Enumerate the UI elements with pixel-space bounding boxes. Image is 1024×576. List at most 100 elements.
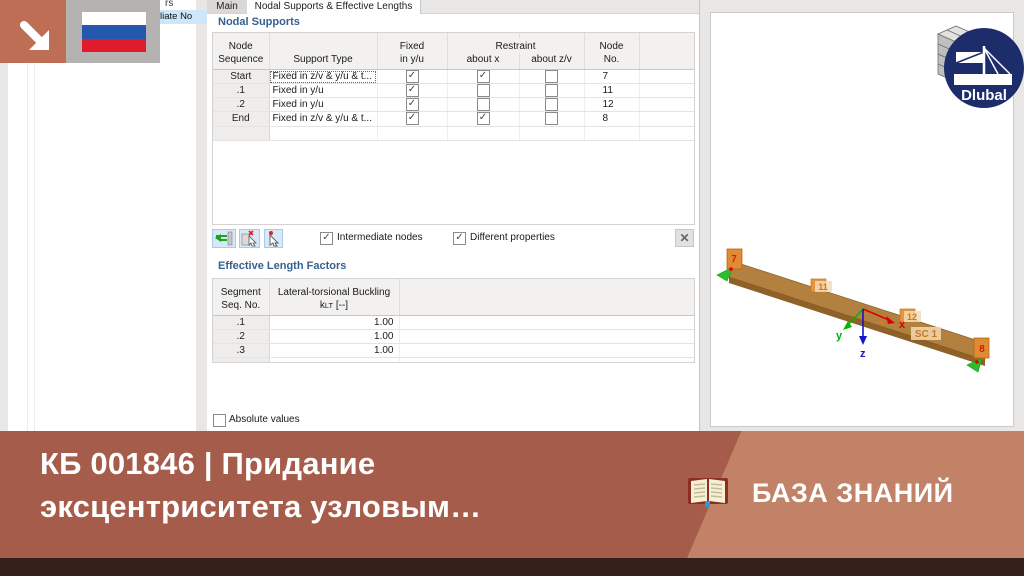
dlubal-bridge-icon: Dlubal [954, 46, 1012, 104]
checkbox[interactable] [545, 84, 558, 97]
table-row-start: Start Fixed in z/v & y/u & t... ✓ ✓ 7 [213, 69, 694, 85]
about-x-cell[interactable]: ✓ [447, 69, 520, 85]
left-subpanel [8, 0, 196, 431]
node-sequence-cell: .1 [213, 83, 270, 99]
col-node: Node [213, 38, 270, 53]
absolute-values-checkbox[interactable] [213, 414, 226, 427]
fixed-yu-cell[interactable]: ✓ [377, 83, 448, 99]
checkbox[interactable] [476, 84, 490, 97]
arrow-down-right-icon [20, 21, 49, 50]
col-fixed: Fixed [377, 38, 448, 53]
fixed-yu-cell[interactable]: ✓ [377, 97, 448, 113]
support-type-cell[interactable]: Fixed in z/v & y/u & t... [269, 69, 378, 85]
table-header-row: Segment Lateral-torsional Buckling [213, 284, 694, 299]
fixed-yu-cell[interactable]: ✓ [377, 69, 448, 85]
nodal-supports-section-title: Nodal Supports [218, 16, 300, 28]
about-x-cell[interactable] [447, 83, 520, 99]
effective-lengths-table: Segment Lateral-torsional Buckling Seq. … [212, 278, 695, 363]
axis-y-label: y [836, 330, 843, 342]
klt-value-cell[interactable]: 1.00 [269, 315, 400, 330]
node-sequence-cell: End [213, 111, 270, 127]
pick-nodes-button[interactable] [264, 229, 283, 248]
klt-value-cell[interactable]: 1.00 [269, 329, 400, 344]
panel-divider [27, 0, 28, 431]
different-properties-checkbox[interactable]: ✓ [453, 232, 466, 245]
checkbox[interactable] [476, 98, 490, 111]
support-type-cell[interactable]: Fixed in y/u [269, 83, 378, 99]
russian-flag-icon [82, 12, 146, 52]
col-restraint: Restraint [447, 38, 585, 53]
support-type-cell[interactable]: Fixed in y/u [269, 97, 378, 113]
checkbox[interactable]: ✓ [476, 70, 490, 83]
checkbox[interactable]: ✓ [405, 84, 419, 97]
segment-cell: .2 [213, 329, 270, 344]
highlighted-list-item[interactable]: liate No [160, 10, 207, 24]
col-sequence: Sequence [213, 53, 270, 70]
about-zv-cell[interactable] [519, 69, 585, 85]
intermediate-nodes-checkbox[interactable]: ✓ [320, 232, 333, 245]
col-about-zv: about z/v [519, 53, 585, 70]
language-overlay-tile [66, 0, 160, 63]
table-row-end: End Fixed in z/v & y/u & t... ✓ ✓ 8 [213, 111, 694, 127]
banner-bottom-strip [0, 558, 1024, 576]
open-book-icon [688, 478, 728, 507]
checkbox[interactable]: ✓ [405, 112, 419, 126]
checkbox[interactable]: ✓ [405, 98, 419, 111]
delete-support-icon [241, 230, 257, 247]
fixed-yu-cell[interactable]: ✓ [377, 111, 448, 127]
klt-value-cell[interactable]: 1.00 [269, 343, 400, 358]
col-seq-no: Seq. No. [213, 299, 270, 316]
node-no-cell: 11 [584, 83, 640, 99]
svg-text:Dlubal: Dlubal [961, 87, 1007, 104]
col-in-yu: in y/u [377, 53, 448, 70]
node-sequence-cell: .2 [213, 97, 270, 113]
edit-support-button[interactable] [212, 229, 236, 248]
close-panel-button[interactable]: ✕ [675, 229, 694, 247]
table-row-seg3: .3 1.00 [213, 343, 694, 358]
checkbox[interactable]: ✓ [476, 112, 490, 126]
axis-x-label: x [899, 319, 906, 331]
about-zv-cell[interactable] [519, 111, 585, 127]
edit-support-icon [215, 231, 233, 246]
segment-cell: .1 [213, 315, 270, 330]
about-x-cell[interactable] [447, 97, 520, 113]
node-label-7: 7 [731, 254, 737, 265]
col-node-no: Node [584, 38, 640, 53]
dialog-tabstrip: Main Nodal Supports & Effective Lengths [207, 0, 699, 14]
dlubal-logo[interactable]: Dlubal [944, 28, 1024, 108]
table-row-empty [213, 357, 694, 362]
about-x-cell[interactable]: ✓ [447, 111, 520, 127]
effective-lengths-section-title: Effective Length Factors [218, 260, 347, 272]
different-properties-label: Different properties [470, 232, 555, 243]
node-no-cell: 12 [584, 97, 640, 113]
segment-label-sc1: SC 1 [915, 329, 938, 340]
video-overlay-arrow-tile [0, 0, 66, 63]
absolute-values-label: Absolute values [229, 414, 300, 425]
video-title-banner: КБ 001846 | Придание эксцентриситета узл… [0, 431, 1024, 558]
cursor-pick-icon [269, 231, 280, 247]
member-settings-dialog: Main Nodal Supports & Effective Lengths … [207, 0, 700, 431]
node-no-cell: 8 [584, 111, 640, 127]
video-title: КБ 001846 | Придание эксцентриситета узл… [40, 446, 482, 524]
about-zv-cell[interactable] [519, 97, 585, 113]
checkbox[interactable]: ✓ [405, 70, 419, 83]
node-no-cell: 7 [584, 69, 640, 85]
table-row-2: .2 Fixed in y/u ✓ 12 [213, 97, 694, 113]
node-label-8: 8 [979, 344, 985, 355]
knowledge-base-label: БАЗА ЗНАНИЙ [752, 478, 954, 508]
about-zv-cell[interactable] [519, 83, 585, 99]
tab-main[interactable]: Main [207, 0, 248, 13]
support-type-cell[interactable]: Fixed in z/v & y/u & t... [269, 111, 378, 127]
panel-divider [34, 0, 35, 431]
table-header-row: Node Fixed Restraint Node [213, 38, 694, 53]
checkbox[interactable] [545, 70, 558, 83]
checkbox[interactable] [545, 98, 558, 111]
node-label-11: 11 [818, 282, 828, 292]
axis-z-label: z [860, 348, 866, 360]
node-sequence-cell: Start [213, 69, 270, 85]
node-label-12: 12 [907, 312, 917, 322]
col-ltb: Lateral-torsional Buckling [269, 284, 400, 299]
checkbox[interactable] [545, 112, 558, 126]
delete-support-button[interactable] [239, 229, 260, 248]
tab-nodal-supports[interactable]: Nodal Supports & Effective Lengths [247, 0, 421, 14]
